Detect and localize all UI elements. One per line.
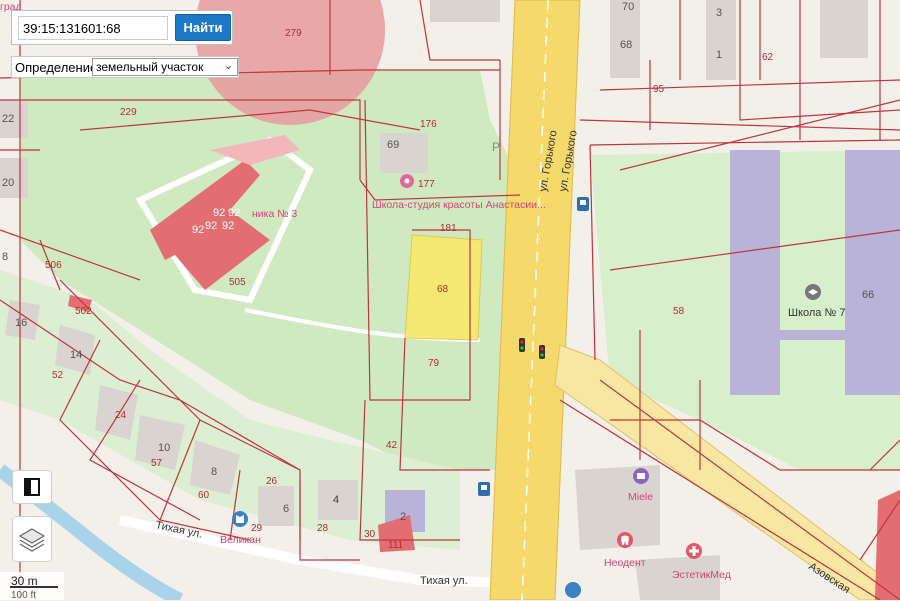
scale-label-secondary: 100 ft	[11, 590, 37, 601]
poi-school[interactable]: Школа № 7	[788, 307, 845, 319]
definition-selected: земельный участок	[96, 60, 204, 74]
house-number: 16	[15, 317, 27, 329]
poi-polyclinic[interactable]: ника № 3	[252, 208, 297, 220]
scale-bar: 30 m 100 ft	[0, 572, 64, 601]
clinic-icon[interactable]	[617, 532, 633, 548]
salon-icon[interactable]	[400, 174, 414, 188]
layers-icon	[18, 528, 46, 552]
building-label: 92	[222, 220, 234, 232]
parcel-label: 502	[75, 306, 92, 317]
house-number: 10	[158, 442, 170, 454]
house-number: 66	[862, 289, 874, 301]
street-label: Тихая ул.	[420, 575, 468, 587]
shop-icon[interactable]	[565, 582, 581, 598]
layers-button[interactable]	[12, 516, 52, 562]
house-number: 8	[211, 466, 217, 478]
scale-line	[10, 586, 58, 588]
parcel-label: 24	[115, 410, 127, 421]
hospital-icon[interactable]	[686, 543, 702, 559]
parcel-label: 111	[388, 540, 404, 551]
search-bar: Найти	[11, 10, 233, 45]
house-number: 4	[333, 494, 339, 506]
parcel-label: 62	[762, 52, 774, 63]
school-icon[interactable]	[805, 284, 821, 300]
poi-beauty-salon[interactable]: Школа-студия красоты Анастасии...	[372, 199, 546, 211]
bookmark-icon	[24, 478, 40, 496]
house-number: 3	[716, 7, 722, 19]
house-number: 69	[387, 139, 399, 151]
parcel-label: 60	[198, 490, 210, 501]
parcel-label: 181	[440, 223, 457, 234]
parcel-label: 279	[285, 28, 302, 39]
definition-select[interactable]: земельный участок ⌄	[92, 58, 238, 76]
building-label: 92	[228, 207, 240, 219]
house-number: 70	[622, 1, 634, 13]
parcel-label: 229	[120, 107, 137, 118]
parcel-label: 95	[653, 84, 665, 95]
chevron-down-icon: ⌄	[223, 60, 233, 72]
selected-parcel-label: 68	[437, 284, 449, 295]
house-number: 6	[283, 503, 289, 515]
building-label: 92	[205, 220, 217, 232]
shop-icon[interactable]	[633, 468, 649, 484]
building-label: 92	[213, 207, 225, 219]
building-label: 92	[192, 224, 204, 236]
cadastral-search-input[interactable]	[18, 16, 168, 40]
parcel-label: 58	[673, 306, 685, 317]
parcel-label: 177	[418, 179, 435, 190]
house-number: 8	[2, 251, 8, 263]
parcel-label: 42	[386, 440, 398, 451]
parcel-label: 506	[45, 260, 62, 271]
parcel-label: 30	[364, 529, 376, 540]
house-number: 1	[716, 49, 722, 61]
traffic-light-icon	[539, 345, 545, 359]
poi-miele[interactable]: Miele	[628, 491, 653, 503]
bus-stop-icon[interactable]	[577, 197, 589, 211]
house-number: 2	[400, 511, 406, 523]
house-number: 20	[2, 177, 14, 189]
parcel-label: 29	[251, 523, 263, 534]
parking-icon: P	[492, 140, 500, 154]
parcel-label: 52	[52, 370, 64, 381]
poi-estetikmed[interactable]: ЭстетикМед	[672, 569, 731, 581]
cadastral-map[interactable]: 279 229 176 177 181 68 505 506 502 79 42…	[0, 0, 900, 600]
parcel-label: 79	[428, 358, 440, 369]
definition-row: Определение: земельный участок ⌄	[11, 56, 239, 78]
parcel-label: 57	[151, 458, 163, 469]
traffic-light-icon	[519, 338, 525, 352]
definition-label: Определение:	[15, 60, 101, 75]
shop-icon[interactable]	[232, 511, 248, 527]
search-button[interactable]: Найти	[175, 14, 231, 41]
house-number: 68	[620, 39, 632, 51]
poi-velikan[interactable]: Великан	[220, 534, 261, 546]
house-number: 22	[2, 113, 14, 125]
poi-neodent[interactable]: Неодент	[604, 557, 646, 569]
parcel-label: 28	[317, 523, 329, 534]
bus-stop-icon[interactable]	[478, 482, 490, 496]
parcel-label: 26	[266, 476, 278, 487]
bookmark-button[interactable]	[12, 470, 52, 504]
parcel-label: 505	[229, 277, 246, 288]
house-number: 14	[70, 349, 82, 361]
parcel-label: 176	[420, 119, 437, 130]
